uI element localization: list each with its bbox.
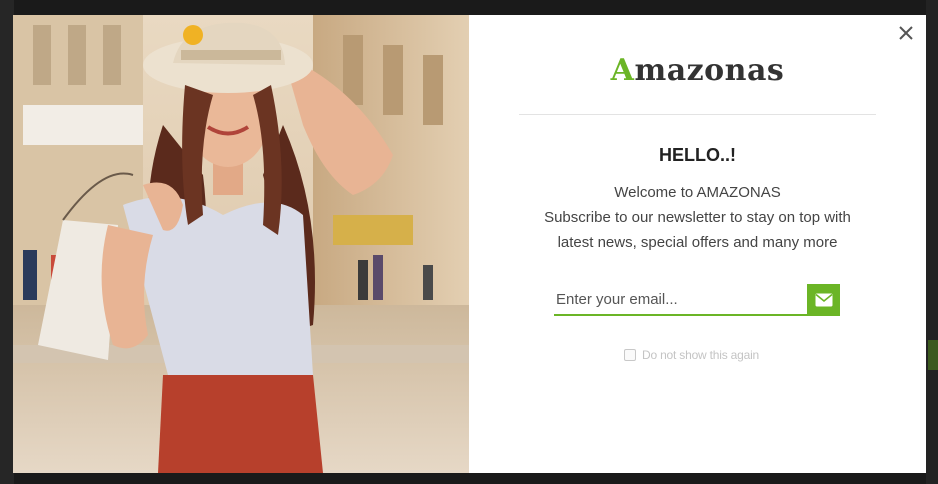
email-input[interactable] [554, 284, 808, 316]
backdrop-page-element [928, 340, 938, 370]
divider [519, 114, 876, 115]
close-icon [899, 26, 913, 40]
subscribe-button[interactable] [807, 284, 840, 316]
description-line: latest news, special offers and many mor… [557, 234, 838, 251]
newsletter-form [554, 284, 840, 316]
amazonas-logo: Amazonas [469, 53, 926, 88]
popup-title: HELLO..! [659, 145, 736, 165]
logo-first-letter: A [610, 53, 635, 88]
backdrop-left-edge [0, 0, 14, 484]
description-line: Subscribe to our newsletter to stay on t… [544, 209, 851, 226]
close-button[interactable] [894, 21, 918, 45]
description-line: Welcome to AMAZONAS [614, 184, 781, 201]
dont-show-option[interactable]: Do not show this again [624, 348, 759, 362]
popup-description: Welcome to AMAZONAS Subscribe to our new… [469, 180, 926, 255]
popup-photo [13, 15, 469, 473]
envelope-icon [814, 293, 833, 307]
backdrop-right-edge [926, 0, 938, 484]
logo-rest: mazonas [634, 53, 785, 88]
popup-content: Amazonas HELLO..! Welcome to AMAZONAS Su… [469, 15, 926, 473]
dont-show-checkbox[interactable] [624, 349, 636, 361]
dont-show-label[interactable]: Do not show this again [642, 348, 759, 362]
newsletter-popup: Amazonas HELLO..! Welcome to AMAZONAS Su… [13, 15, 926, 473]
